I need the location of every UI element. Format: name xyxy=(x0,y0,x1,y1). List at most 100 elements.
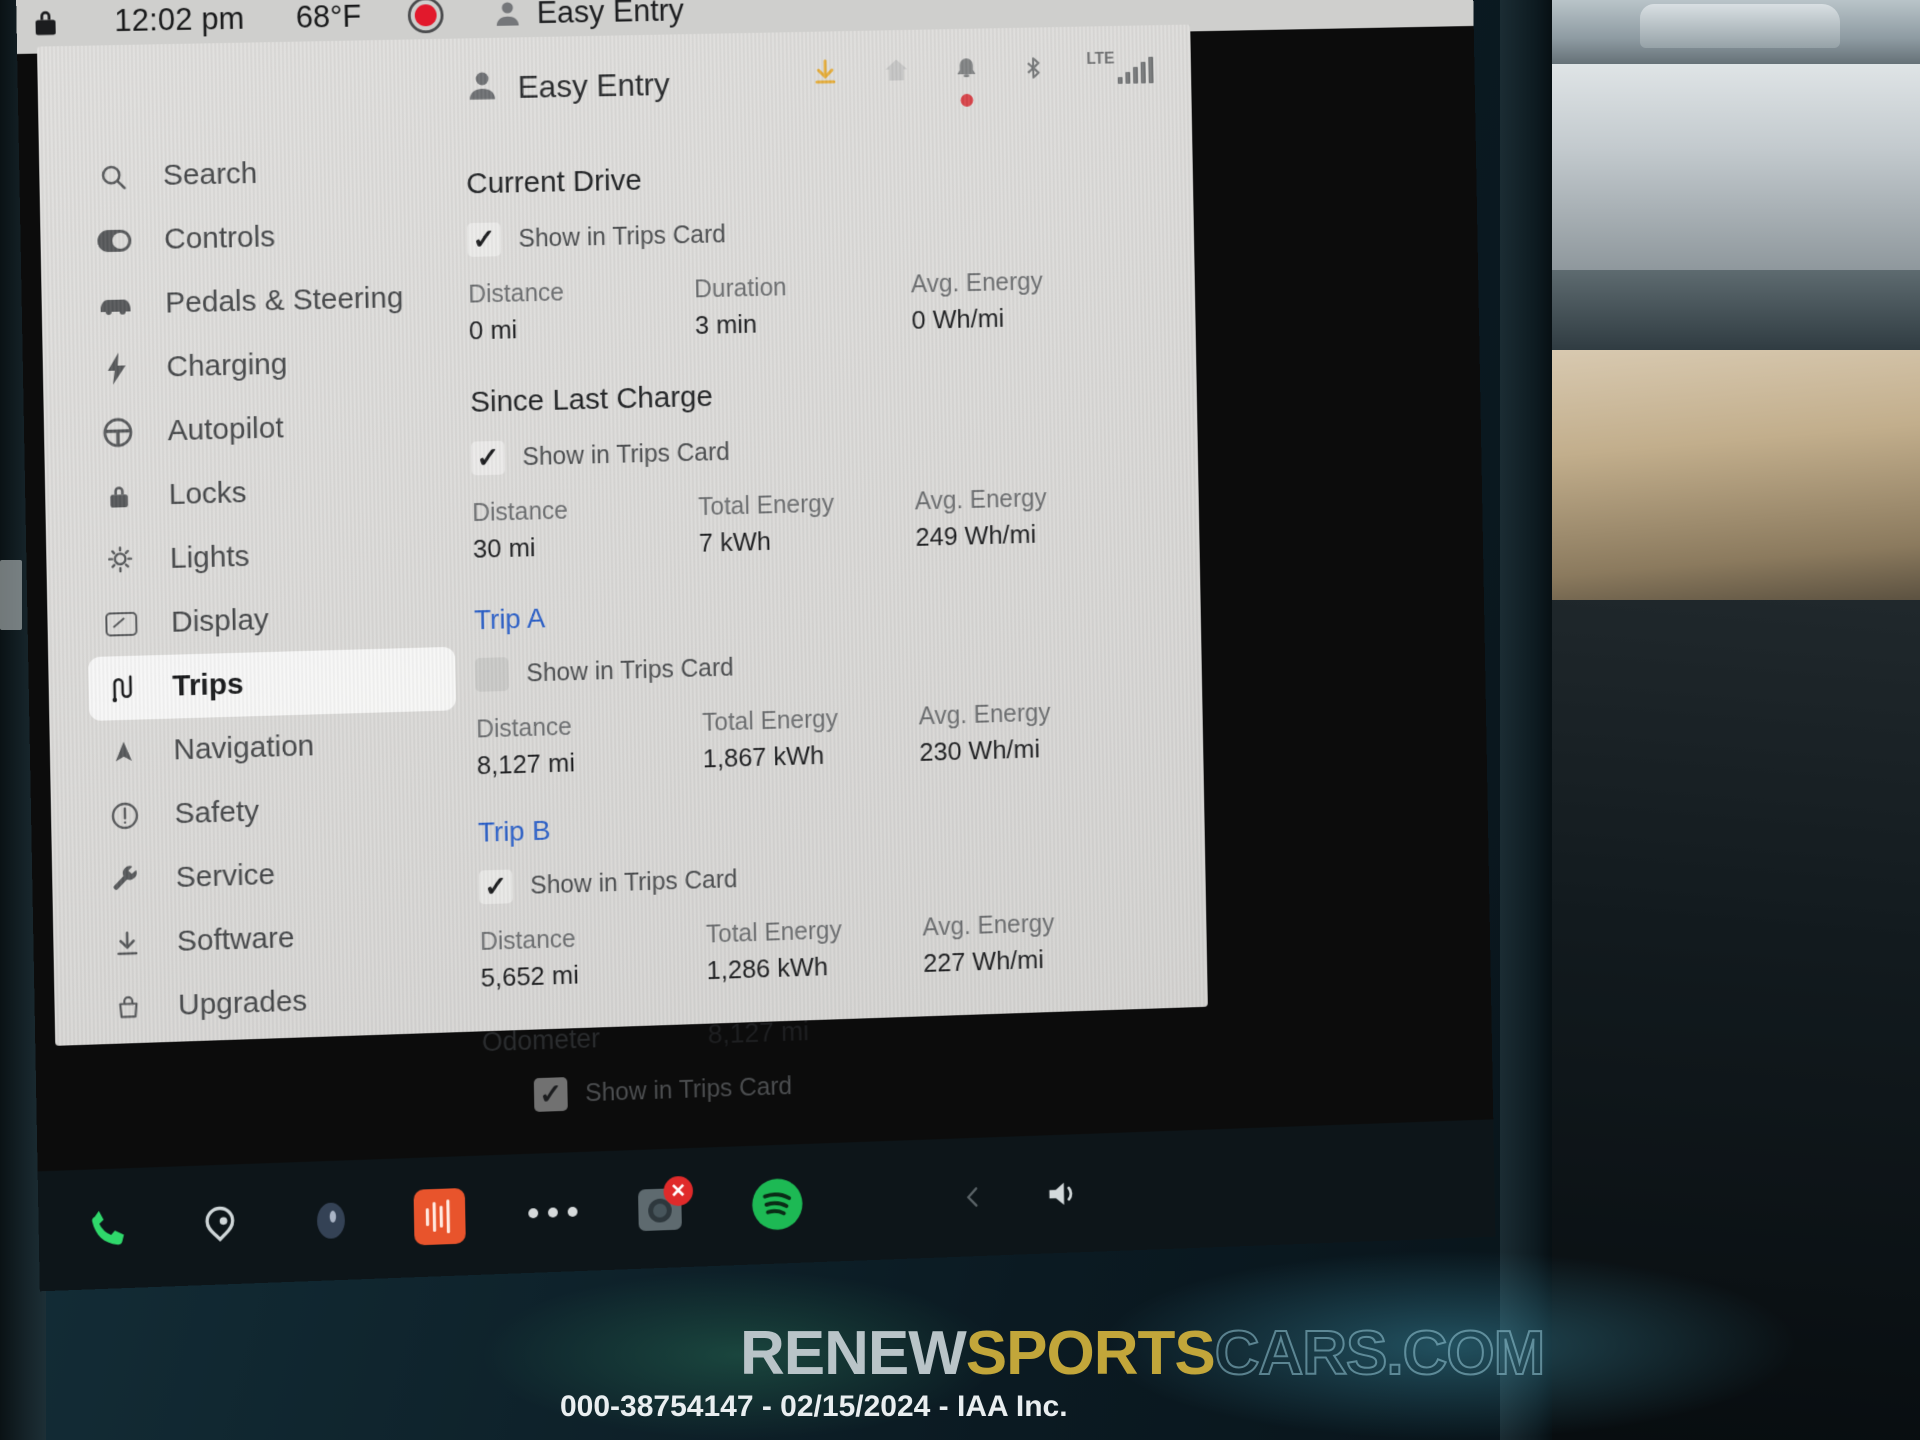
sidebar-item-pedals-steering[interactable]: Pedals & Steering xyxy=(81,265,449,337)
audio-app-icon[interactable] xyxy=(414,1188,466,1246)
stat-label: Total Energy xyxy=(706,914,923,950)
show-in-trips-card-toggle[interactable]: ✓ Show in Trips Card xyxy=(534,1056,1185,1112)
outside-temperature: 68°F xyxy=(296,0,362,36)
software-download-icon[interactable] xyxy=(810,56,840,93)
stat-distance: Distance 0 mi xyxy=(468,276,695,347)
sidebar-item-locks[interactable]: Locks xyxy=(85,456,453,529)
wrench-icon xyxy=(106,864,146,895)
stat-value: 7 kWh xyxy=(699,522,916,558)
stat-label: Duration xyxy=(694,271,911,305)
show-in-trips-card-toggle[interactable]: ✓ Show in Trips Card xyxy=(467,208,1170,257)
trip-section-since-last-charge: Since Last Charge ✓ Show in Trips Card D… xyxy=(470,369,1176,565)
tesla-touchscreen: 12:02 pm 68°F Easy Entry Easy Entry LTE … xyxy=(16,0,1495,1291)
auction-lot-info: 000-38754147 - 02/15/2024 - IAA Inc. xyxy=(560,1390,1920,1424)
odometer-label: Odometer xyxy=(482,1020,708,1058)
panel-header: Easy Entry LTE xyxy=(37,25,1192,147)
stat-total-energy: Total Energy 1,867 kWh xyxy=(702,703,920,775)
checkbox-label: Show in Trips Card xyxy=(585,1072,792,1108)
sidebar-item-navigation[interactable]: Navigation xyxy=(89,710,457,785)
sidebar-item-display[interactable]: Display xyxy=(87,583,455,657)
stat-avg-energy: Avg. Energy 227 Wh/mi xyxy=(922,906,1156,979)
stats-row: Distance 5,652 mi Total Energy 1,286 kWh… xyxy=(480,905,1183,993)
checkbox-checked-icon[interactable]: ✓ xyxy=(534,1077,568,1112)
record-indicator-icon[interactable] xyxy=(406,0,444,35)
profile-name-label: Easy Entry xyxy=(517,66,670,106)
home-location-icon[interactable] xyxy=(880,56,912,91)
a-pillar xyxy=(1500,0,1552,1440)
stat-label: Avg. Energy xyxy=(915,482,1148,517)
trips-icon xyxy=(102,672,142,705)
checkbox-label: Show in Trips Card xyxy=(522,438,730,472)
phone-icon[interactable] xyxy=(86,1205,133,1253)
bluetooth-icon[interactable] xyxy=(1020,51,1046,90)
show-in-trips-card-toggle[interactable]: ✓ Show in Trips Card xyxy=(471,424,1174,475)
checkbox-checked-icon[interactable]: ✓ xyxy=(479,869,513,904)
sidebar-item-autopilot[interactable]: Autopilot xyxy=(83,392,451,465)
sidebar-item-trips[interactable]: Trips xyxy=(88,647,456,721)
search-icon xyxy=(93,162,133,193)
checkbox-unchecked-icon[interactable] xyxy=(475,657,509,692)
stat-value: 30 mi xyxy=(473,528,699,565)
stat-value: 0 mi xyxy=(469,310,696,346)
checkbox-label: Show in Trips Card xyxy=(526,653,734,688)
profile-selector[interactable]: Easy Entry xyxy=(464,63,670,110)
checkbox-label: Show in Trips Card xyxy=(518,220,726,253)
stat-distance: Distance 8,127 mi xyxy=(476,709,703,781)
section-title-trip-a[interactable]: Trip A xyxy=(474,585,1177,636)
stats-row: Distance 8,127 mi Total Energy 1,867 kWh… xyxy=(476,695,1179,781)
car-icon xyxy=(95,293,135,316)
notification-bell-icon[interactable] xyxy=(952,53,980,90)
checkbox-checked-icon[interactable]: ✓ xyxy=(471,441,505,476)
stat-value: 1,286 kWh xyxy=(706,948,923,986)
section-title-trip-b[interactable]: Trip B xyxy=(478,795,1181,848)
steering-wheel-icon xyxy=(98,415,138,450)
door-window-glass xyxy=(1552,270,1920,350)
stats-row: Distance 30 mi Total Energy 7 kWh Avg. E… xyxy=(472,481,1175,565)
sidebar-item-upgrades[interactable]: Upgrades xyxy=(94,965,462,1041)
display-icon xyxy=(101,610,141,639)
stat-avg-energy: Avg. Energy 230 Wh/mi xyxy=(918,696,1152,768)
sidebar-item-lights[interactable]: Lights xyxy=(86,520,454,594)
sidebar-item-search[interactable]: Search xyxy=(79,138,447,209)
sidebar-item-software[interactable]: Software xyxy=(93,901,461,977)
lights-icon xyxy=(100,544,140,577)
spotify-icon[interactable] xyxy=(750,1176,806,1233)
navigation-arrow-icon xyxy=(104,736,144,767)
stat-value: 5,652 mi xyxy=(480,955,706,993)
lte-label: LTE xyxy=(1086,50,1114,68)
sidebar-item-charging[interactable]: Charging xyxy=(82,329,450,402)
sidebar-label: Display xyxy=(171,603,269,640)
more-apps-icon[interactable] xyxy=(526,1204,579,1222)
bolt-icon xyxy=(96,352,136,385)
camera-icon[interactable]: ✕ xyxy=(634,1182,686,1235)
show-in-trips-card-toggle[interactable]: ✓ Show in Trips Card xyxy=(479,848,1182,904)
status-profile-name[interactable]: Easy Entry xyxy=(536,0,684,31)
volume-icon[interactable] xyxy=(1040,1173,1085,1214)
section-title: Since Last Charge xyxy=(470,369,1173,420)
waze-icon[interactable] xyxy=(198,1202,242,1247)
stat-value: 8,127 mi xyxy=(477,744,703,781)
person-icon xyxy=(491,0,523,31)
stat-value: 1,867 kWh xyxy=(702,737,919,774)
settings-sidebar: Search Controls Pedals & Steering Chargi… xyxy=(79,138,462,1044)
sidebar-item-controls[interactable]: Controls xyxy=(80,202,448,274)
voice-orb-icon[interactable] xyxy=(307,1196,355,1245)
sidebar-label: Autopilot xyxy=(167,411,284,448)
sidebar-label: Search xyxy=(163,157,258,193)
stat-value: 227 Wh/mi xyxy=(923,941,1156,979)
lte-signal-icon[interactable]: LTE xyxy=(1086,53,1158,84)
stat-distance: Distance 5,652 mi xyxy=(480,921,707,994)
lock-icon[interactable] xyxy=(30,5,61,40)
chevron-left-icon[interactable] xyxy=(960,1180,986,1214)
clock-time: 12:02 pm xyxy=(114,1,245,39)
sidebar-item-service[interactable]: Service xyxy=(92,837,460,912)
checkbox-checked-icon[interactable]: ✓ xyxy=(467,222,501,256)
notification-badge xyxy=(960,94,973,107)
odometer-row: Odometer 8,127 mi xyxy=(482,1004,1185,1059)
trip-section-trip-a: Trip A Show in Trips Card Distance 8,127… xyxy=(474,585,1179,781)
sidebar-item-safety[interactable]: Safety xyxy=(90,774,458,849)
stat-label: Avg. Energy xyxy=(911,265,1144,299)
stat-total-energy: Total Energy 7 kWh xyxy=(698,488,916,559)
dashboard-reflection xyxy=(0,560,22,630)
show-in-trips-card-toggle[interactable]: Show in Trips Card xyxy=(475,638,1178,692)
